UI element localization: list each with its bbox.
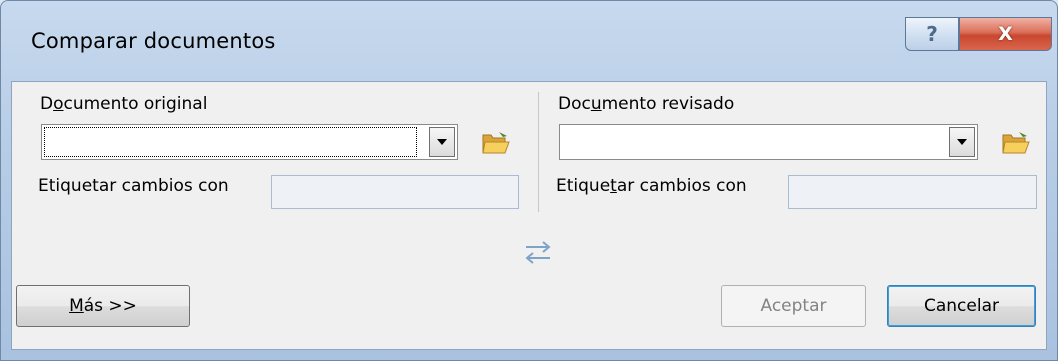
compare-documents-dialog: Comparar documentos ? X Documento origin… xyxy=(0,0,1058,361)
original-tag-input[interactable] xyxy=(271,175,519,209)
revised-document-label: Documento revisado xyxy=(558,94,735,114)
revised-tag-label: Etiquetar cambios con xyxy=(556,176,747,196)
original-tag-label: Etiquetar cambios con xyxy=(38,176,229,196)
revised-document-value[interactable] xyxy=(562,127,937,157)
open-folder-icon[interactable] xyxy=(1001,130,1031,156)
close-button[interactable]: X xyxy=(959,17,1052,51)
revised-document-combobox[interactable] xyxy=(559,124,978,160)
swap-arrows-icon[interactable] xyxy=(522,238,554,266)
original-document-value[interactable] xyxy=(44,127,417,157)
column-divider xyxy=(538,92,539,212)
help-icon: ? xyxy=(926,22,938,46)
title-bar[interactable]: Comparar documentos ? X xyxy=(1,1,1057,81)
chevron-down-icon[interactable] xyxy=(949,127,975,157)
ok-button[interactable]: Aceptar xyxy=(721,285,866,327)
open-folder-icon[interactable] xyxy=(481,130,511,156)
more-button[interactable]: Más >> xyxy=(16,285,190,327)
dialog-title: Comparar documentos xyxy=(31,29,276,53)
revised-tag-input[interactable] xyxy=(788,175,1037,209)
close-icon: X xyxy=(998,23,1013,45)
dialog-body: Documento original Etiquetar cambios con… xyxy=(11,81,1047,350)
original-document-label: Documento original xyxy=(40,94,208,114)
original-document-combobox[interactable] xyxy=(41,124,458,160)
help-button[interactable]: ? xyxy=(905,17,959,51)
chevron-down-icon[interactable] xyxy=(429,127,455,157)
cancel-button[interactable]: Cancelar xyxy=(887,285,1036,327)
